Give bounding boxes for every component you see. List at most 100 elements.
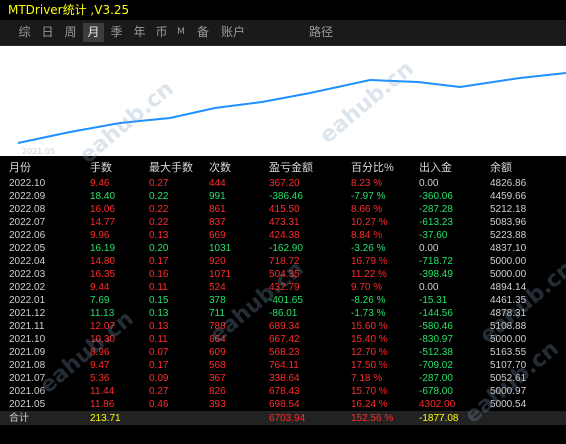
- col-percent: 百分比%: [351, 162, 394, 174]
- profit-loss-cell: 367.20: [269, 178, 300, 189]
- table-row[interactable]: 2022.06 9.96 0.13 669 424.38 8.84 % -37.60 5223…: [0, 229, 566, 242]
- percent-cell: 8.23 %: [351, 178, 383, 189]
- table-row[interactable]: 2021.09 8.96 0.07 609 568.23 12.70 % -512.38 51…: [0, 346, 566, 359]
- flow-cell: 4302.00: [419, 399, 456, 410]
- balance-cell: 4459.66: [490, 191, 527, 202]
- percent-cell: -8.26 %: [351, 295, 386, 306]
- max-lots-cell: 0.27: [149, 178, 169, 189]
- col-profit-loss: 盈亏金额: [269, 162, 313, 174]
- flow-cell: -718.72: [419, 256, 453, 267]
- count-cell: 711: [209, 308, 225, 319]
- table-row[interactable]: 2022.02 9.44 0.11 524 432.79 9.70 % 0.00 4894.1…: [0, 281, 566, 294]
- balance-cell: 5000.54: [490, 399, 527, 410]
- flow-cell: -360.06: [419, 191, 453, 202]
- tab-month[interactable]: 月: [83, 23, 104, 42]
- table-row[interactable]: 2022.08 16.06 0.22 861 415.50 8.66 % -287.28 52…: [0, 203, 566, 216]
- period-tab-bar: 综 日 周 月 季 年 币 M 备 账户 路径: [0, 20, 566, 46]
- lots-cell: 12.07: [90, 321, 116, 332]
- table-row[interactable]: 2021.06 11.44 0.27 826 678.43 15.70 % -678.00 5…: [0, 385, 566, 398]
- profit-loss-cell: 424.38: [269, 230, 300, 241]
- percent-cell: -1.73 %: [351, 308, 386, 319]
- profit-loss-cell: 678.43: [269, 386, 300, 397]
- percent-cell: 16.79 %: [351, 256, 388, 267]
- table-row[interactable]: 2022.07 14.77 0.22 837 473.31 10.27 % -613.23 5…: [0, 216, 566, 229]
- lots-cell: 18.40: [90, 191, 116, 202]
- tab-year[interactable]: 年: [129, 23, 150, 42]
- month-cell: 2021.06: [9, 386, 46, 397]
- count-cell: 1071: [209, 269, 232, 280]
- count-cell: 444: [209, 178, 226, 189]
- count-cell: 367: [209, 373, 226, 384]
- max-lots-cell: 0.20: [149, 243, 169, 254]
- flow-cell: 0.00: [419, 178, 439, 189]
- lots-cell: 11.86: [90, 399, 115, 410]
- lots-cell: 9.46: [90, 178, 110, 189]
- flow-cell: -37.60: [419, 230, 448, 241]
- tab-day[interactable]: 日: [37, 23, 58, 42]
- max-lots-cell: 0.13: [149, 308, 169, 319]
- percent-cell: 8.66 %: [351, 204, 383, 215]
- month-cell: 2022.08: [9, 204, 46, 215]
- max-lots-cell: 0.16: [149, 269, 169, 280]
- profit-loss-cell: 415.50: [269, 204, 300, 215]
- total-empty: [149, 411, 209, 425]
- percent-cell: 9.70 %: [351, 282, 383, 293]
- flow-cell: -613.23: [419, 217, 453, 228]
- month-cell: 2021.12: [9, 308, 46, 319]
- flow-cell: -709.02: [419, 360, 453, 371]
- month-cell: 2021.07: [9, 373, 46, 384]
- table-row[interactable]: 2022.05 16.19 0.20 1031 -162.90 -3.26 % 0.00 48…: [0, 242, 566, 255]
- percent-cell: -3.26 %: [351, 243, 386, 254]
- table-row[interactable]: 2021.05 11.86 0.46 393 698.54 16.24 % 4302.00 5…: [0, 398, 566, 411]
- max-lots-cell: 0.11: [149, 334, 168, 345]
- tab-account[interactable]: 账户: [218, 23, 248, 42]
- profit-loss-cell: -162.90: [269, 243, 303, 254]
- lots-cell: 16.19: [90, 243, 116, 254]
- percent-cell: 12.70 %: [351, 347, 388, 358]
- tab-m[interactable]: M: [174, 23, 188, 42]
- percent-cell: 17.50 %: [351, 360, 388, 371]
- month-cell: 2022.09: [9, 191, 46, 202]
- table-row[interactable]: 2021.08 9.47 0.17 568 764.11 17.50 % -709.02 51…: [0, 359, 566, 372]
- balance-cell: 5083.96: [490, 217, 527, 228]
- max-lots-cell: 0.46: [149, 399, 169, 410]
- balance-cell: 5000.00: [490, 334, 527, 345]
- table-row[interactable]: 2022.03 16.35 0.16 1071 504.35 11.22 % -398.49…: [0, 268, 566, 281]
- count-cell: 524: [209, 282, 226, 293]
- table-row[interactable]: 2022.04 14.80 0.17 920 718.72 16.79 % -718.72 5…: [0, 255, 566, 268]
- percent-cell: 15.70 %: [351, 386, 388, 397]
- lots-cell: 16.35: [90, 269, 116, 280]
- table-row[interactable]: 2021.10 10.30 0.11 664 667.42 15.40 % -830.97 5…: [0, 333, 566, 346]
- table-row[interactable]: 2021.07 5.36 0.09 367 338.64 7.18 % -287.00 505…: [0, 372, 566, 385]
- tab-week[interactable]: 周: [60, 23, 81, 42]
- tab-quarter[interactable]: 季: [106, 23, 127, 42]
- col-lots: 手数: [90, 162, 112, 174]
- flow-cell: -678.00: [419, 386, 453, 397]
- table-row[interactable]: 2021.11 12.07 0.13 788 689.34 15.60 % -580.46 5…: [0, 320, 566, 333]
- month-cell: 2021.11: [9, 321, 45, 332]
- flow-cell: -580.46: [419, 321, 453, 332]
- balance-cell: 5107.70: [490, 360, 527, 371]
- count-cell: 664: [209, 334, 226, 345]
- lots-cell: 8.96: [90, 347, 110, 358]
- tab-path[interactable]: 路径: [306, 23, 336, 42]
- table-row[interactable]: 2022.01 7.69 0.15 378 -401.65 -8.26 % -15.31 44…: [0, 294, 566, 307]
- tab-currency[interactable]: 币: [151, 23, 172, 42]
- total-lots: 213.71: [90, 411, 149, 425]
- table-row[interactable]: 2022.09 18.40 0.22 991 -386.46 -7.97 % -360.06…: [0, 190, 566, 203]
- count-cell: 609: [209, 347, 226, 358]
- flow-cell: 0.00: [419, 243, 439, 254]
- flow-cell: -15.31: [419, 295, 448, 306]
- balance-cell: 5163.55: [490, 347, 527, 358]
- balance-cell: 5000.00: [490, 269, 527, 280]
- max-lots-cell: 0.13: [149, 321, 169, 332]
- chart-background: [0, 46, 566, 156]
- count-cell: 826: [209, 386, 226, 397]
- tab-summary[interactable]: 综: [14, 23, 35, 42]
- table-row[interactable]: 2021.12 11.13 0.13 711 -86.01 -1.73 % -144.56 4…: [0, 307, 566, 320]
- tab-note[interactable]: 备: [194, 23, 212, 42]
- profit-loss-cell: 689.34: [269, 321, 300, 332]
- count-cell: 861: [209, 204, 226, 215]
- flow-cell: -287.28: [419, 204, 453, 215]
- table-row[interactable]: 2022.10 9.46 0.27 444 367.20 8.23 % 0.00 4826.8…: [0, 177, 566, 190]
